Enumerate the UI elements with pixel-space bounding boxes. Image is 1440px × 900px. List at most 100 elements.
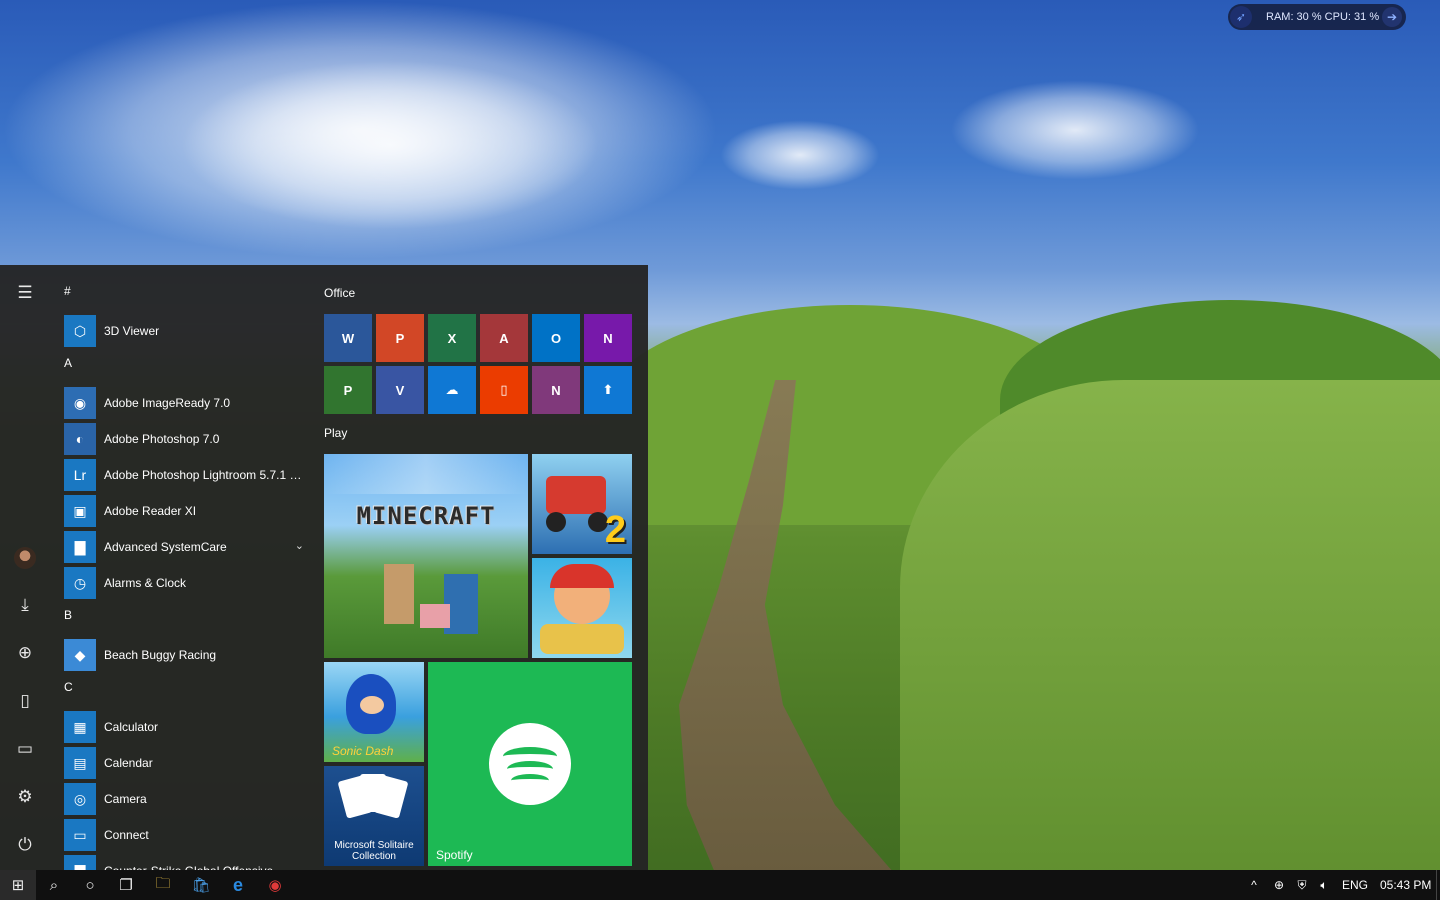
edge-icon[interactable]: e <box>220 870 256 900</box>
minecraft-pig <box>420 604 450 628</box>
show-desktop-button[interactable] <box>1436 870 1440 900</box>
word-tile[interactable]: W <box>324 314 372 362</box>
app-list-item[interactable]: Lr Adobe Photoshop Lightroom 5.7.1 6... <box>58 457 314 493</box>
network-globe-icon[interactable]: ⊕ <box>13 641 37 665</box>
photoshop-icon: ◐ <box>64 423 96 455</box>
imageready-icon: ◉ <box>64 387 96 419</box>
ram-cpu-readout: RAM: 30 % CPU: 31 % <box>1266 11 1380 23</box>
field <box>900 380 1440 900</box>
racer-helmet <box>550 564 614 588</box>
solitaire-tile[interactable]: Microsoft Solitaire Collection <box>324 766 424 866</box>
tray-overflow-chevron-icon[interactable]: ^ <box>1246 870 1262 900</box>
app-list-item[interactable]: ▇Counter-Strike Global Offensive⌄ <box>58 853 314 870</box>
arrow-right-icon[interactable]: ➔ <box>1382 7 1402 27</box>
network-icon[interactable]: ⊕ <box>1270 870 1288 900</box>
access-tile[interactable]: A <box>480 314 528 362</box>
app-list-item[interactable]: ◉ Adobe ImageReady 7.0 <box>58 385 314 421</box>
app-red-icon[interactable]: ◉ <box>257 870 293 900</box>
app-list-item[interactable]: ◎ Camera <box>58 781 314 817</box>
app-label: Calendar <box>104 756 153 770</box>
app-list-item[interactable]: ◷ Alarms & Clock <box>58 565 314 601</box>
expand-chevron-icon[interactable]: ⌄ <box>295 863 304 870</box>
app-label: Adobe Reader XI <box>104 504 197 518</box>
powerpoint-tile[interactable]: P <box>376 314 424 362</box>
app-list-item[interactable]: ▇ Advanced SystemCare ⌄ <box>58 529 314 565</box>
folder-icon: ▇ <box>64 855 96 870</box>
app-list-item[interactable]: ▤ Calendar <box>58 745 314 781</box>
onenote-tile[interactable]: N <box>584 314 632 362</box>
rocket-icon: ➶ <box>1230 6 1252 28</box>
taskbar: ⊞ ⌕ ○ ❐ 🗀 🛍 e ◉ ^ ⊕ ⛨ 🔈︎ ENG 05:43 PM <box>0 870 1440 900</box>
letter-header[interactable]: C <box>58 673 314 709</box>
app-list-item[interactable]: ▭ Connect <box>58 817 314 853</box>
letter-header[interactable]: # <box>58 277 314 313</box>
app-label: Advanced SystemCare <box>104 540 227 554</box>
app-list-item[interactable]: ▦ Calculator <box>58 709 314 745</box>
cortana-icon[interactable]: ○ <box>72 870 108 900</box>
connect-icon: ▭ <box>64 819 96 851</box>
group-title-office[interactable]: Office <box>324 286 355 300</box>
camera-icon: ◎ <box>64 783 96 815</box>
start-windows-icon[interactable]: ⊞ <box>0 870 36 900</box>
expand-chevron-icon[interactable]: ⌄ <box>295 539 304 552</box>
visio-tile[interactable]: V <box>376 366 424 414</box>
store-icon[interactable]: 🛍 <box>183 870 219 900</box>
outlook-tile[interactable]: O <box>532 314 580 362</box>
tile-area: Office W P X A O N P V ☁ ▯ N ⬆ Play MINECRAFT 2 <box>324 265 644 870</box>
user-avatar[interactable] <box>13 546 37 570</box>
task-view-icon[interactable]: ❐ <box>108 870 144 900</box>
onedrive-tile[interactable]: ☁ <box>428 366 476 414</box>
app-label: Adobe ImageReady 7.0 <box>104 396 231 410</box>
cloud <box>180 60 600 230</box>
app-label: Adobe Photoshop Lightroom 5.7.1 6... <box>104 468 306 482</box>
search-icon[interactable]: ⌕ <box>36 870 72 900</box>
app-list-item[interactable]: ▣ Adobe Reader XI <box>58 493 314 529</box>
letter-header[interactable]: B <box>58 601 314 637</box>
spotify-tile[interactable]: Spotify <box>428 662 632 866</box>
folder-icon: ▇ <box>64 531 96 563</box>
language-indicator[interactable]: ENG <box>1342 870 1368 900</box>
spotify-logo-icon <box>489 723 571 805</box>
office-tile[interactable]: ▯ <box>480 366 528 414</box>
hill-climb-racing-tile[interactable]: 2 <box>532 454 632 554</box>
avatar-image <box>14 547 36 569</box>
sonic-dash-tile[interactable]: Sonic Dash <box>324 662 424 762</box>
minecraft-tile[interactable]: MINECRAFT <box>324 454 528 658</box>
app-list-item[interactable]: ⬡ 3D Viewer <box>58 313 314 349</box>
file-explorer-taskbar-icon[interactable]: 🗀 <box>145 870 181 900</box>
documents-icon[interactable]: ▯ <box>13 689 37 713</box>
onenote2-tile[interactable]: N <box>532 366 580 414</box>
minecraft-clouds <box>324 454 528 494</box>
clock[interactable]: 05:43 PM <box>1380 870 1431 900</box>
project-tile[interactable]: P <box>324 366 372 414</box>
wheel <box>546 512 566 532</box>
excel-tile[interactable]: X <box>428 314 476 362</box>
start-rail: ☰ ⤓ ⊕ ▯ ▭ ⚙ ⏻ <box>0 265 50 870</box>
letter-header[interactable]: A <box>58 349 314 385</box>
sonic-dash-label: Sonic Dash <box>332 744 394 758</box>
group-title-play[interactable]: Play <box>324 426 347 440</box>
file-explorer-icon[interactable]: ▭ <box>13 737 37 761</box>
power-icon[interactable]: ⏻ <box>13 833 37 857</box>
app-label: Connect <box>104 828 149 842</box>
buggy <box>540 624 624 654</box>
volume-icon[interactable]: 🔈︎ <box>1316 870 1332 900</box>
security-shield-icon[interactable]: ⛨ <box>1294 870 1310 900</box>
app-list-item[interactable]: ◆ Beach Buggy Racing <box>58 637 314 673</box>
downloads-icon[interactable]: ⤓ <box>13 593 37 617</box>
app-label: Camera <box>104 792 147 806</box>
hamburger-menu-icon[interactable]: ☰ <box>13 281 37 305</box>
spotify-label: Spotify <box>436 848 473 862</box>
calculator-icon: ▦ <box>64 711 96 743</box>
app-list-item[interactable]: ◐ Adobe Photoshop 7.0 <box>58 421 314 457</box>
beach-buggy-tile[interactable] <box>532 558 632 658</box>
update-tile[interactable]: ⬆ <box>584 366 632 414</box>
cube-icon: ⬡ <box>64 315 96 347</box>
reader-icon: ▣ <box>64 495 96 527</box>
app-label: Calculator <box>104 720 159 734</box>
settings-gear-icon[interactable]: ⚙ <box>13 785 37 809</box>
app-label: Beach Buggy Racing <box>104 648 217 662</box>
minecraft-character <box>384 564 414 624</box>
app-list[interactable]: # ⬡ 3D Viewer A ◉ Adobe ImageReady 7.0 ◐ Adobe … <box>58 277 314 870</box>
system-monitor-widget[interactable]: ➶ RAM: 30 % CPU: 31 % ➔ <box>1228 4 1406 30</box>
